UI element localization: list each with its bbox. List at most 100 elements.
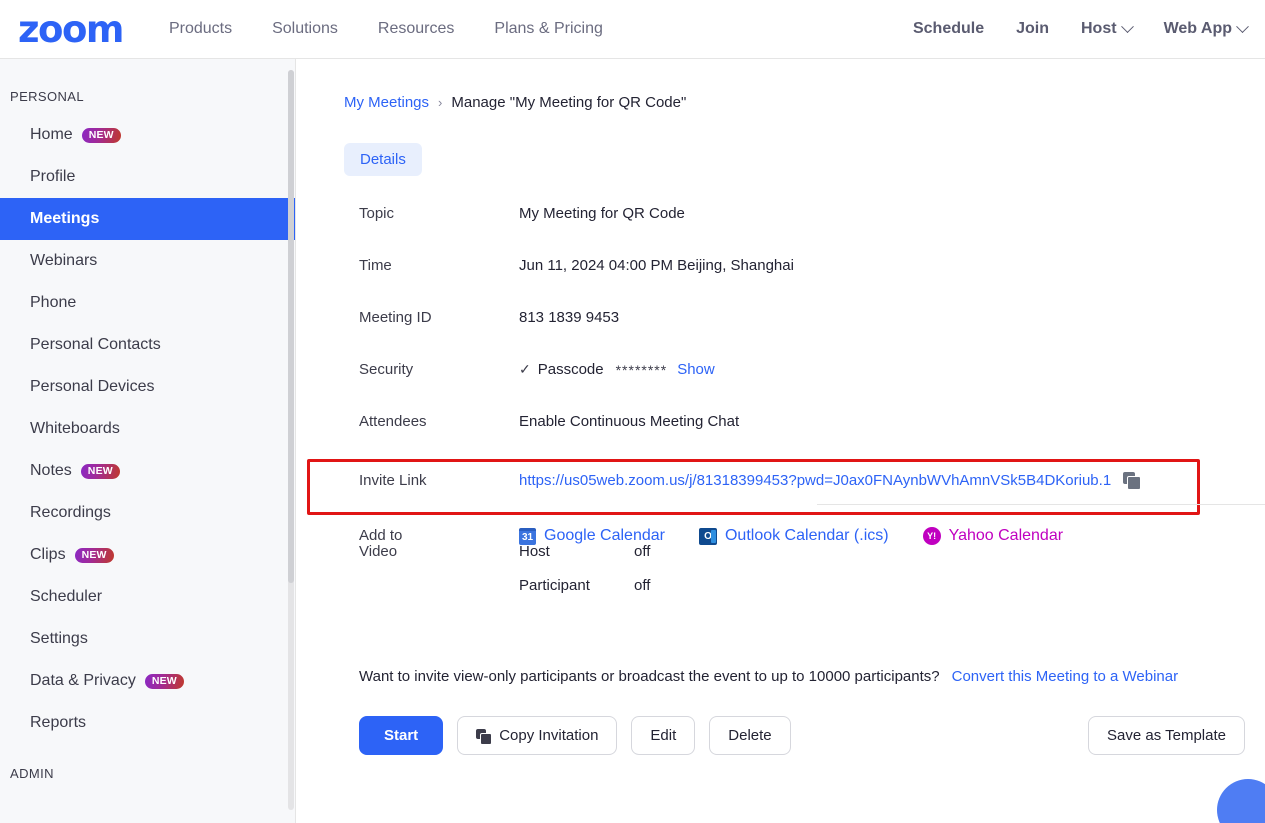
security-value: ✓ Passcode ******** Show: [519, 351, 715, 378]
topic-value: My Meeting for QR Code: [519, 205, 685, 222]
check-icon: ✓: [519, 361, 531, 377]
sidebar-item-label: Recordings: [30, 504, 111, 521]
tab-bar: Details: [344, 143, 422, 176]
new-badge: NEW: [80, 463, 120, 479]
breadcrumb-current: Manage "My Meeting for QR Code": [451, 94, 687, 111]
detail-row-video: Video Host off Participant off: [297, 533, 1265, 594]
delete-button[interactable]: Delete: [709, 716, 791, 755]
sidebar-item-label: Settings: [30, 630, 88, 647]
nav-item-schedule[interactable]: Schedule: [913, 20, 984, 38]
sidebar-item-phone[interactable]: Phone: [0, 282, 295, 324]
sidebar-item-home[interactable]: Home NEW: [0, 114, 295, 156]
zoom-logo[interactable]: zoom: [18, 11, 124, 48]
sidebar-item-label: Data & Privacy: [30, 672, 136, 689]
copy-invitation-button[interactable]: Copy Invitation: [457, 716, 618, 755]
top-header: zoom Products Solutions Resources Plans …: [0, 0, 1265, 59]
chat-support-bubble[interactable]: [1217, 779, 1265, 823]
sidebar-item-notes[interactable]: Notes NEW: [0, 450, 295, 492]
sidebar-section-admin: ADMIN: [10, 766, 54, 781]
nav-item-plans-pricing[interactable]: Plans & Pricing: [494, 20, 603, 38]
copy-invitation-label: Copy Invitation: [499, 727, 599, 744]
sidebar-item-scheduler[interactable]: Scheduler: [0, 576, 295, 618]
video-participant-label: Participant: [519, 577, 590, 594]
sidebar-item-reports[interactable]: Reports: [0, 702, 295, 744]
save-as-template-button[interactable]: Save as Template: [1088, 716, 1245, 755]
breadcrumb: My Meetings › Manage "My Meeting for QR …: [344, 94, 686, 111]
attendees-label: Attendees: [359, 413, 427, 430]
meeting-details-panel: Topic My Meeting for QR Code Time Jun 11…: [297, 195, 1265, 569]
nav-item-host[interactable]: Host: [1081, 19, 1134, 38]
nav-host-label: Host: [1081, 20, 1117, 37]
nav-item-join[interactable]: Join: [1016, 20, 1049, 38]
breadcrumb-separator-icon: ›: [438, 95, 443, 110]
sidebar-item-label: Scheduler: [30, 588, 103, 605]
sidebar-item-data-privacy[interactable]: Data & Privacy NEW: [0, 660, 295, 702]
sidebar-item-settings[interactable]: Settings: [0, 618, 295, 660]
chevron-down-icon: [1120, 19, 1134, 33]
nav-item-solutions[interactable]: Solutions: [272, 20, 338, 38]
video-host-value: off: [634, 543, 651, 560]
convert-to-webinar-link[interactable]: Convert this Meeting to a Webinar: [952, 668, 1179, 685]
nav-join-label: Join: [1016, 20, 1049, 37]
action-buttons: Start Copy Invitation Edit Delete: [359, 716, 791, 755]
sidebar-item-webinars[interactable]: Webinars: [0, 240, 295, 282]
left-sidebar: PERSONAL Home NEW Profile Meetings Webin…: [0, 59, 296, 823]
sidebar-item-clips[interactable]: Clips NEW: [0, 534, 295, 576]
sidebar-item-label: Clips: [30, 546, 66, 563]
nav-item-web-app[interactable]: Web App: [1163, 19, 1249, 38]
sidebar-item-personal-devices[interactable]: Personal Devices: [0, 366, 295, 408]
breadcrumb-my-meetings[interactable]: My Meetings: [344, 94, 429, 111]
sidebar-item-whiteboards[interactable]: Whiteboards: [0, 408, 295, 450]
meeting-id-label: Meeting ID: [359, 309, 432, 326]
sidebar-item-recordings[interactable]: Recordings: [0, 492, 295, 534]
copy-icon[interactable]: [1123, 472, 1142, 490]
sidebar-item-meetings[interactable]: Meetings: [0, 198, 295, 240]
sidebar-item-label: Phone: [30, 294, 77, 311]
edit-button[interactable]: Edit: [631, 716, 696, 755]
nav-web-app-label: Web App: [1163, 20, 1232, 37]
video-row-inner: Video Host off Participant off: [297, 533, 1265, 594]
sidebar-item-label: Webinars: [30, 252, 98, 269]
security-label: Security: [359, 361, 414, 378]
sidebar-scrollbar[interactable]: [288, 70, 294, 810]
sidebar-item-label: Personal Contacts: [30, 336, 161, 353]
webinar-promo: Want to invite view-only participants or…: [359, 668, 1178, 685]
attendees-value: Enable Continuous Meeting Chat: [519, 413, 740, 430]
detail-row-attendees: Attendees Enable Continuous Meeting Chat: [297, 403, 1265, 455]
video-participant-value: off: [634, 577, 651, 594]
nav-item-products[interactable]: Products: [169, 20, 232, 38]
sidebar-section-personal: PERSONAL: [10, 89, 85, 104]
sidebar-item-label: Home: [30, 126, 73, 143]
sidebar-item-profile[interactable]: Profile: [0, 156, 295, 198]
nav-item-resources[interactable]: Resources: [378, 20, 454, 38]
tab-details[interactable]: Details: [344, 143, 422, 176]
new-badge: NEW: [144, 673, 184, 689]
chevron-down-icon: [1236, 19, 1249, 33]
show-passcode-link[interactable]: Show: [677, 361, 715, 378]
nav-schedule-label: Schedule: [912, 20, 985, 37]
sidebar-scrollbar-thumb[interactable]: [288, 70, 294, 583]
video-label: Video: [359, 543, 398, 560]
main-content: My Meetings › Manage "My Meeting for QR …: [297, 59, 1265, 823]
sidebar-item-label: Personal Devices: [30, 378, 155, 395]
new-badge: NEW: [81, 127, 121, 143]
section-divider: [817, 504, 1265, 505]
detail-row-topic: Topic My Meeting for QR Code: [297, 195, 1265, 247]
time-label: Time: [359, 257, 392, 274]
video-host-row: Host off: [519, 543, 650, 560]
sidebar-item-label: Notes: [30, 462, 72, 479]
sidebar-item-label: Meetings: [30, 210, 100, 227]
topic-label: Topic: [359, 205, 395, 222]
start-button[interactable]: Start: [359, 716, 444, 755]
detail-row-time: Time Jun 11, 2024 04:00 PM Beijing, Shan…: [297, 247, 1265, 299]
copy-icon: [476, 728, 493, 745]
video-settings-grid: Host off Participant off: [519, 533, 650, 594]
passcode-label: Passcode: [537, 361, 604, 378]
passcode-masked-value: ********: [615, 361, 668, 378]
detail-row-security: Security ✓ Passcode ******** Show: [297, 351, 1265, 403]
primary-nav: Products Solutions Resources Plans & Pri…: [169, 20, 603, 38]
invite-link-url[interactable]: https://us05web.zoom.us/j/81318399453?pw…: [519, 472, 1111, 489]
invite-link-value: https://us05web.zoom.us/j/81318399453?pw…: [519, 459, 1142, 490]
sidebar-item-personal-contacts[interactable]: Personal Contacts: [0, 324, 295, 366]
account-nav: Schedule Join Host Web App: [913, 19, 1249, 38]
